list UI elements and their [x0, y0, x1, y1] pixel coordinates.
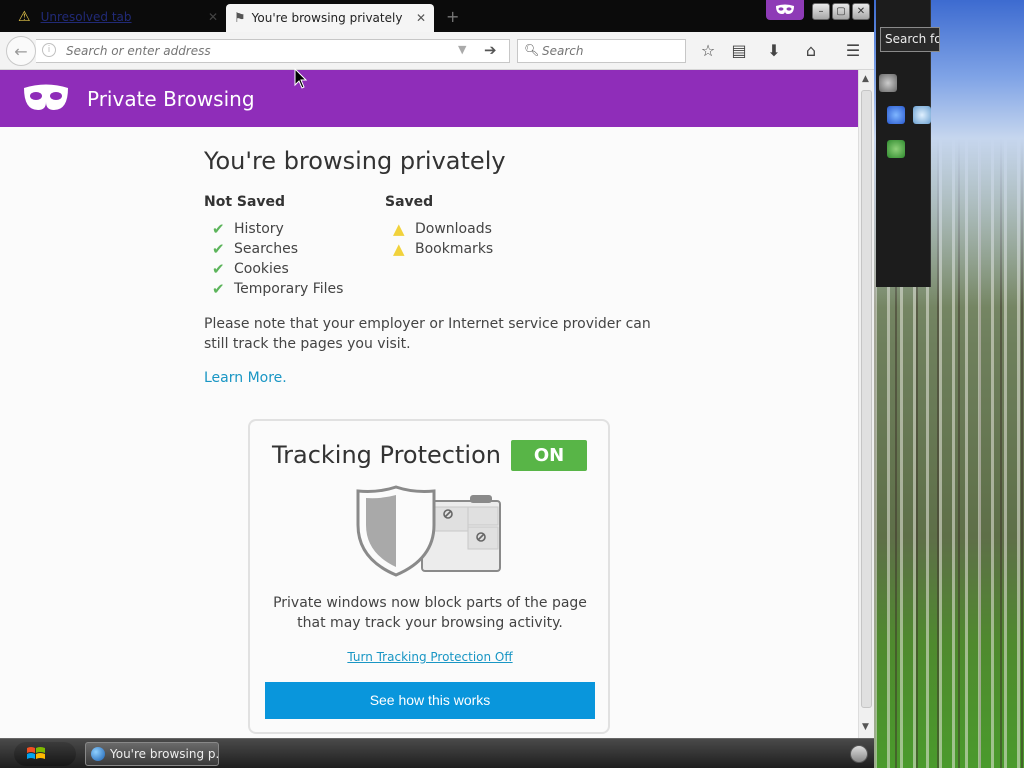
search-icon: 🔍︎	[524, 43, 540, 57]
scroll-up-icon[interactable]: ▲	[862, 74, 869, 84]
checkmark-icon: ✔	[212, 260, 225, 278]
taskbar-item-firefox[interactable]: You're browsing p...	[85, 742, 219, 766]
back-arrow-icon: ←	[14, 41, 28, 61]
list-item-label: Bookmarks	[415, 241, 494, 257]
checkmark-icon: ✔	[212, 280, 225, 298]
start-button[interactable]	[14, 742, 76, 766]
home-icon[interactable]: ⌂	[801, 41, 821, 61]
private-flag-icon: ⚑	[234, 10, 246, 26]
tracking-protection-card: Tracking Protection ON Private windows n…	[248, 419, 610, 734]
list-item-label: Cookies	[234, 261, 289, 277]
see-how-this-works-button[interactable]: See how this works	[265, 682, 595, 719]
warning-icon: ▲	[393, 240, 405, 258]
learn-more-link[interactable]: Learn More.	[204, 370, 287, 386]
saved-heading: Saved	[385, 194, 434, 210]
private-mask-icon	[22, 84, 70, 116]
desktop-search-field[interactable]: Search fo	[880, 27, 940, 52]
tracking-note: Please note that your employer or Intern…	[204, 316, 651, 352]
page-content: Private Browsing You're browsing private…	[0, 70, 858, 738]
search-input[interactable]	[542, 42, 682, 60]
tracking-status-badge: ON	[511, 440, 587, 471]
checkmark-icon: ✔	[212, 220, 225, 238]
maximize-button[interactable]: ▢	[832, 3, 850, 20]
reading-list-icon[interactable]: ▤	[729, 41, 749, 61]
windows-logo-icon	[27, 747, 45, 759]
list-item: ✔ Temporary Files	[204, 280, 343, 298]
list-item-label: Temporary Files	[234, 281, 344, 297]
list-item-label: Searches	[234, 241, 299, 257]
private-browsing-header: Private Browsing	[0, 70, 858, 127]
back-button[interactable]: ←	[6, 36, 36, 66]
list-item: ▲ Downloads	[385, 220, 492, 238]
tab-active-label: You're browsing privately	[251, 11, 403, 25]
chat-bubbles-icon[interactable]	[879, 74, 897, 92]
new-tab-button[interactable]: +	[446, 7, 459, 26]
url-bar[interactable]: i ▼ ➔	[36, 39, 510, 63]
navigation-toolbar: i ▼ ➔ ← 🔍︎ ☆ ▤ ⬇ ⌂ ☰	[0, 32, 874, 70]
minimize-button[interactable]: –	[812, 3, 830, 20]
network-icon[interactable]	[887, 106, 905, 124]
url-input[interactable]	[66, 42, 446, 60]
private-browsing-title: Private Browsing	[87, 87, 255, 111]
scroll-down-icon[interactable]: ▼	[862, 722, 869, 732]
vertical-scrollbar[interactable]: ▲ ▼	[858, 70, 874, 738]
list-item: ✔ History	[204, 220, 284, 238]
tracking-description: Private windows now block parts of the p…	[273, 595, 587, 631]
checkmark-icon: ✔	[212, 240, 225, 258]
search-bar[interactable]: 🔍︎	[517, 39, 686, 63]
list-item: ▲ Bookmarks	[385, 240, 493, 258]
private-mask-icon	[766, 0, 804, 20]
mouse-cursor-icon	[294, 68, 308, 89]
close-tab-icon[interactable]: ✕	[208, 10, 218, 24]
info-icon[interactable]: i	[42, 43, 56, 57]
tray-icon[interactable]	[850, 745, 868, 763]
tab-strip: ⚠ Unresolved tab ✕ ⚑ You're browsing pri…	[0, 0, 874, 32]
bookmark-star-icon[interactable]: ☆	[698, 41, 718, 61]
taskbar-item-label: You're browsing p...	[110, 747, 219, 761]
tab-inactive-label: Unresolved tab	[40, 10, 132, 24]
warning-icon: ⚠	[18, 9, 31, 25]
close-window-button[interactable]: ✕	[852, 3, 870, 20]
tracking-protection-title: Tracking Protection	[272, 441, 501, 469]
downloads-icon[interactable]: ⬇	[764, 41, 784, 61]
menu-icon[interactable]: ☰	[843, 41, 863, 61]
list-item-label: History	[234, 221, 284, 237]
list-item: ✔ Searches	[204, 240, 298, 258]
sync-arrow-icon[interactable]	[887, 140, 905, 158]
go-arrow-icon[interactable]: ➔	[484, 41, 497, 59]
tab-inactive[interactable]: ⚠ Unresolved tab ✕	[18, 4, 226, 30]
list-item: ✔ Cookies	[204, 260, 289, 278]
scrollbar-thumb[interactable]	[861, 90, 872, 708]
close-tab-icon[interactable]: ✕	[416, 11, 426, 25]
warning-icon: ▲	[393, 220, 405, 238]
firefox-icon	[91, 747, 105, 761]
turn-off-tracking-link[interactable]: Turn Tracking Protection Off	[250, 650, 610, 664]
history-dropdown-icon[interactable]: ▼	[458, 43, 466, 56]
tab-active[interactable]: ⚑ You're browsing privately ✕	[226, 4, 434, 32]
not-saved-heading: Not Saved	[204, 194, 286, 210]
messenger-icon[interactable]	[913, 106, 931, 124]
shield-blocking-icon	[356, 485, 502, 581]
list-item-label: Downloads	[415, 221, 492, 237]
page-title: You're browsing privately	[204, 147, 506, 175]
taskbar: You're browsing p...	[0, 738, 874, 768]
